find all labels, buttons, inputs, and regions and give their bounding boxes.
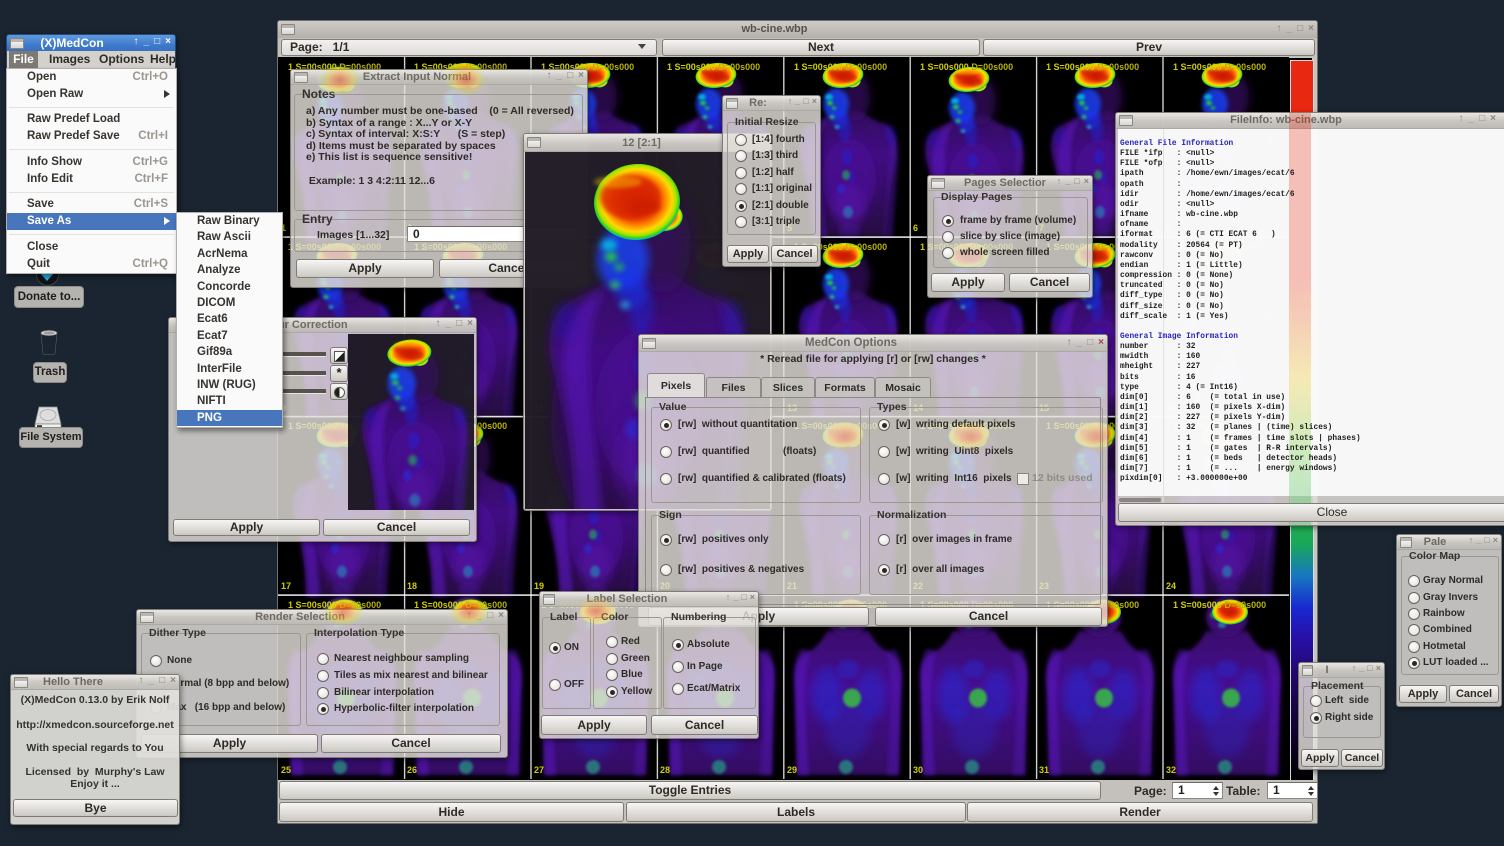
- svg-text:29: 29: [787, 765, 797, 775]
- svg-text:1 S=00s000 D=00s000: 1 S=00s000 D=00s000: [794, 62, 887, 72]
- svg-text:1 S=00s000 D=00s000: 1 S=00s000 D=00s000: [1173, 600, 1266, 610]
- svg-text:1 S=00s000 D=00s000: 1 S=00s000 D=00s000: [1046, 62, 1139, 72]
- svg-text:30: 30: [913, 765, 923, 775]
- svg-text:1 S=00s000 D=00s000: 1 S=00s000 D=00s000: [920, 62, 1013, 72]
- svg-text:17: 17: [281, 581, 291, 591]
- svg-text:1 S=00s000 D=00s000: 1 S=00s000 D=00s000: [667, 62, 760, 72]
- svg-text:27: 27: [534, 765, 544, 775]
- svg-text:28: 28: [660, 765, 670, 775]
- svg-text:6: 6: [913, 223, 918, 233]
- svg-text:31: 31: [1039, 765, 1049, 775]
- svg-text:32: 32: [1166, 765, 1176, 775]
- svg-text:24: 24: [1166, 581, 1176, 591]
- svg-text:19: 19: [534, 581, 544, 591]
- svg-text:1 S=00s000 D=00s000: 1 S=00s000 D=00s000: [1173, 62, 1266, 72]
- svg-text:18: 18: [407, 581, 417, 591]
- svg-text:26: 26: [407, 765, 417, 775]
- svg-text:25: 25: [281, 765, 291, 775]
